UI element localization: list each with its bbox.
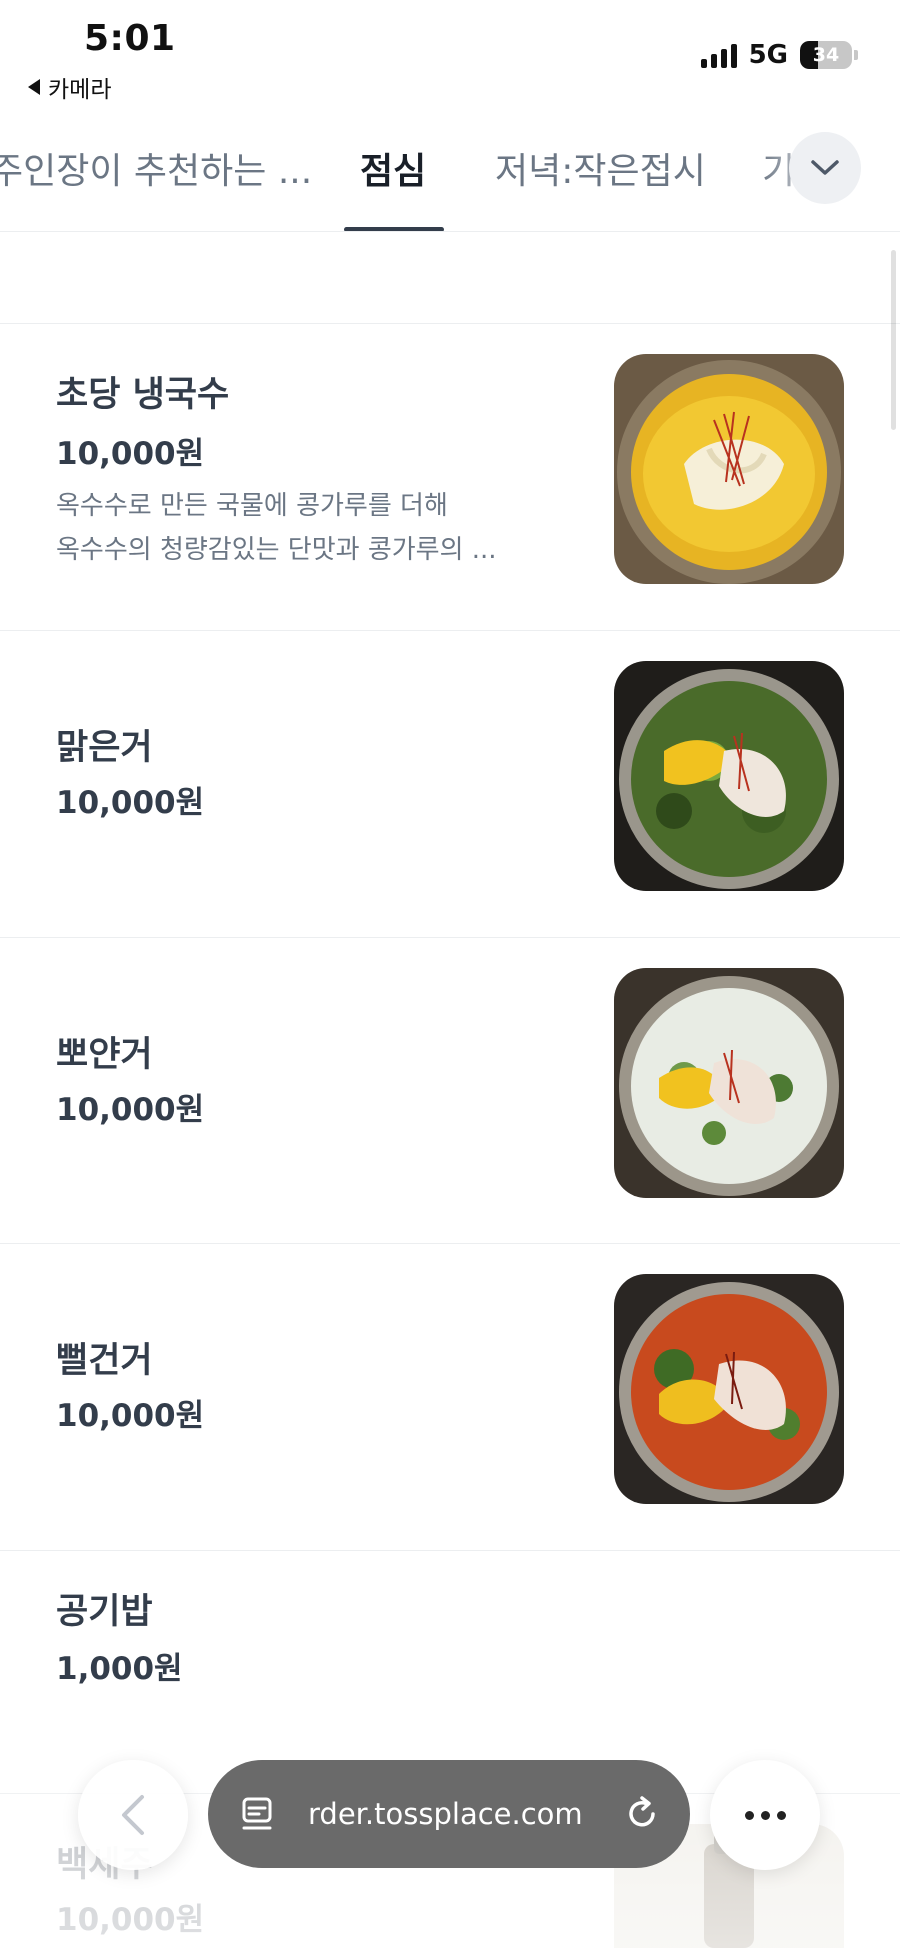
battery-icon: 34 [800,41,852,69]
status-time: 5:01 [84,18,176,59]
page-menu-icon[interactable] [240,1794,280,1834]
menu-item-name: 뻘건거 [56,1341,153,1381]
menu-item-name: 공기밥 [56,1592,153,1632]
chevron-down-icon [811,160,839,175]
menu-item-price: 10,000원 [56,1092,205,1128]
menu-item-price: 10,000원 [56,436,205,472]
menu-item-name: 뽀얀거 [56,1035,153,1075]
menu-item-description: 옥수수로 만든 국물에 콩가루를 더해 옥수수의 청량감있는 단맛과 콩가루의 … [56,484,526,572]
more-options-button[interactable] [710,1760,820,1870]
battery-tip [854,50,858,60]
expand-categories-button[interactable] [789,132,861,204]
status-bar: 5:01 카메라 5G 34 [0,0,900,110]
menu-item-description-line: 옥수수의 청량감있는 단맛과 콩가루의 ... [56,535,497,565]
menu-item-price: 10,000원 [56,785,205,821]
section-spacer [0,232,900,324]
ellipsis-icon [744,1810,754,1820]
tab-chef-recommend[interactable]: 주인장이 추천하는 ... [0,142,312,194]
battery-level: 34 [812,44,840,66]
back-to-app-link[interactable]: 카메라 [28,70,111,104]
category-tabs: 주인장이 추천하는 ... 점심 저녁:작은접시 기 [0,110,900,232]
menu-item[interactable]: 뽀얀거 10,000원 [0,938,900,1244]
chevron-left-icon [122,1795,144,1835]
back-triangle-icon [28,79,40,95]
clear-broth-noodle-photo [614,661,844,891]
menu-item[interactable]: 뻘건거 10,000원 [0,1244,900,1551]
red-spicy-noodle-photo [614,1274,844,1504]
address-bar[interactable]: rder.tossplace.com [208,1760,690,1868]
menu-item-price: 1,000원 [56,1651,183,1687]
cellular-signal-icon [700,42,737,68]
network-type: 5G [748,40,788,70]
menu-item[interactable]: 공기밥 1,000원 [0,1551,900,1794]
reload-icon[interactable] [622,1794,662,1834]
menu-item-name: 맑은거 [56,728,153,768]
url-text: rder.tossplace.com [308,1797,583,1831]
menu-item[interactable]: 맑은거 10,000원 [0,631,900,938]
status-indicators: 5G 34 [700,40,858,70]
back-app-label: 카메라 [48,77,112,103]
menu-item[interactable]: 초당 냉국수 10,000원 옥수수로 만든 국물에 콩가루를 더해 옥수수의 … [0,324,900,631]
tab-lunch[interactable]: 점심 [360,142,426,194]
menu-item-name: 초당 냉국수 [56,375,230,415]
corn-cold-noodle-photo [614,354,844,584]
menu-item-price: 10,000원 [56,1902,205,1938]
menu-item-description-line: 옥수수로 만든 국물에 콩가루를 더해 [56,491,448,521]
menu-item-price: 10,000원 [56,1398,205,1434]
tab-dinner-small-plates[interactable]: 저녁:작은접시 [495,142,706,194]
milky-broth-noodle-photo [614,968,844,1198]
browser-back-button[interactable] [78,1760,188,1870]
